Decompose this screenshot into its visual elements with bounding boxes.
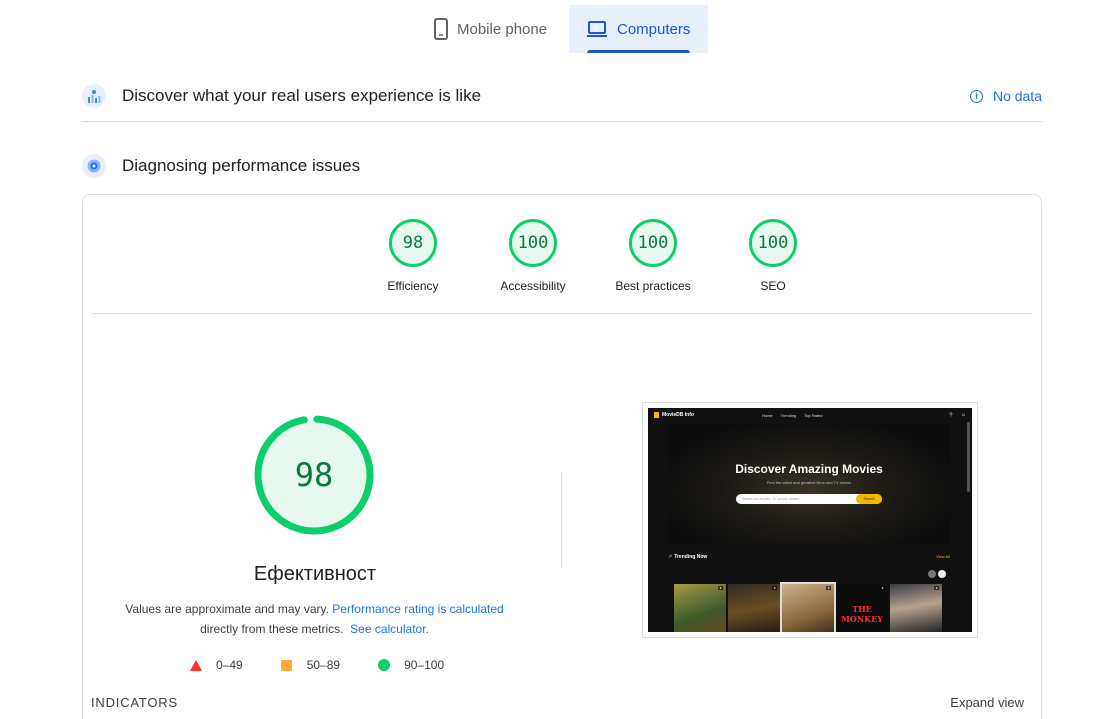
gauge-score: 100 [629, 219, 677, 267]
lab-data-header: Diagnosing performance issues [82, 146, 1042, 186]
thumb-trending-title: ↗ Trending Now [668, 554, 707, 560]
thumb-nav-link: Home [761, 412, 773, 418]
screenshot-image: MovieDB Info Home Trending Top Rated ⚲ ☺… [648, 408, 972, 632]
active-tab-indicator [587, 50, 690, 53]
speedometer-icon [82, 154, 106, 178]
report-card: 98 Efficiency 100 Accessibility 100 Best… [82, 194, 1042, 719]
gauge-seo[interactable]: 100 SEO [713, 219, 833, 293]
gauge-score: 98 [389, 219, 437, 267]
score-note: Values are approximate and may vary. Per… [113, 599, 516, 639]
rating-calculation-link[interactable]: Performance rating is calculated [332, 602, 503, 616]
laptop-icon [586, 20, 608, 38]
tab-computers-label: Computers [617, 20, 691, 38]
divider [92, 313, 1032, 314]
category-gauges: 98 Efficiency 100 Accessibility 100 Best… [353, 219, 833, 293]
gauge-label: Accessibility [500, 279, 566, 293]
vertical-divider [561, 472, 562, 568]
thumb-carousel-controls [926, 570, 946, 578]
thumb-poster: ★ [780, 582, 836, 632]
gauge-efficiency[interactable]: 98 Efficiency [353, 219, 473, 293]
square-icon [280, 659, 292, 671]
gauge-best-practices[interactable]: 100 Best practices [593, 219, 713, 293]
thumb-poster: ★ [674, 584, 726, 632]
indicators-heading: INDICATORS [91, 695, 178, 710]
note-text: Values are approximate and may vary. [125, 602, 329, 616]
legend-range: 90–100 [404, 658, 445, 672]
legend-average: 50–89 [280, 658, 341, 672]
expand-view-button[interactable]: Expand view [950, 695, 1024, 710]
tab-mobile-label: Mobile phone [457, 20, 548, 38]
thumb-trending-label: Trending Now [674, 554, 708, 560]
thumb-poster: ★ THE MONKEY [836, 584, 888, 632]
legend-pass: 90–100 [378, 658, 444, 672]
thumb-hero-title: Discover Amazing Movies [735, 462, 883, 476]
thumb-nav-links: Home Trending Top Rated [762, 413, 831, 418]
performance-title: Ефективност [253, 563, 377, 585]
gauge-score: 100 [749, 219, 797, 267]
thumb-nav-link: Top Rated [804, 412, 823, 418]
calculator-link[interactable]: See calculator. [350, 622, 429, 636]
carousel-next-icon [938, 570, 946, 578]
search-icon: ⚲ [949, 412, 953, 418]
gauge-accessibility[interactable]: 100 Accessibility [473, 219, 593, 293]
thumb-site-name: MovieDB Info [662, 412, 694, 418]
thumb-view-all: View All [936, 554, 950, 559]
thumb-posters: ★ ★ ★ ★ THE MONKEY ★ [674, 582, 944, 632]
thumb-hero-subtitle: Find the latest and greatest films and T… [766, 480, 852, 485]
carousel-prev-icon [928, 570, 936, 578]
thumb-hero: Discover Amazing Movies Find the latest … [668, 424, 950, 544]
tab-computers[interactable]: Computers [569, 5, 708, 53]
thumb-poster: ★ [890, 584, 942, 632]
users-chart-icon [82, 84, 106, 108]
poster-rating: ★ [934, 586, 939, 590]
thumb-search-placeholder: Search for movies, TV shows, actors... [742, 497, 802, 501]
legend-range: 0–49 [216, 658, 243, 672]
no-data-label: No data [992, 88, 1042, 104]
no-data-link[interactable]: i No data [969, 88, 1042, 104]
field-data-header: Discover what your real users experience… [82, 71, 1042, 122]
poster-rating: ★ [718, 586, 723, 590]
score-legend: 0–49 50–89 90–100 [190, 658, 482, 672]
poster-title: THE MONKEY [841, 604, 883, 624]
gauge-label: Best practices [615, 279, 691, 293]
thumb-search-button: Search [856, 494, 882, 504]
poster-rating: ★ [772, 586, 777, 590]
thumb-search-bar: Search for movies, TV shows, actors... S… [736, 494, 882, 504]
poster-rating: ★ [826, 586, 831, 590]
user-icon: ☺ [960, 412, 966, 418]
note-text-2: directly from these metrics. [200, 622, 344, 636]
tab-mobile-phone[interactable]: Mobile phone [428, 5, 566, 53]
thumb-scrollbar [967, 422, 970, 492]
gauge-label: SEO [760, 279, 786, 293]
legend-fail: 0–49 [190, 658, 243, 672]
thumb-nav-link: Trending [780, 412, 797, 418]
trend-icon: ↗ [668, 554, 673, 560]
performance-score-value: 98 [295, 456, 334, 494]
thumb-navbar: MovieDB Info Home Trending Top Rated ⚲ ☺ [648, 408, 972, 422]
field-data-title: Discover what your real users experience… [122, 86, 482, 105]
legend-range: 50–89 [306, 658, 341, 672]
smartphone-icon [434, 18, 448, 40]
thumb-nav-icons: ⚲ ☺ [941, 412, 966, 418]
thumb-logo: MovieDB Info [654, 412, 694, 418]
lab-data-title: Diagnosing performance issues [122, 156, 361, 175]
info-icon: i [969, 89, 983, 103]
film-icon [654, 412, 659, 418]
gauge-score: 100 [509, 219, 557, 267]
performance-score-gauge: 98 [254, 415, 374, 535]
triangle-icon [190, 659, 202, 671]
gauge-label: Efficiency [387, 279, 439, 293]
final-screenshot[interactable]: MovieDB Info Home Trending Top Rated ⚲ ☺… [642, 402, 978, 638]
circle-icon [378, 659, 391, 671]
poster-rating: ★ [880, 586, 885, 590]
thumb-poster: ★ [728, 584, 780, 632]
